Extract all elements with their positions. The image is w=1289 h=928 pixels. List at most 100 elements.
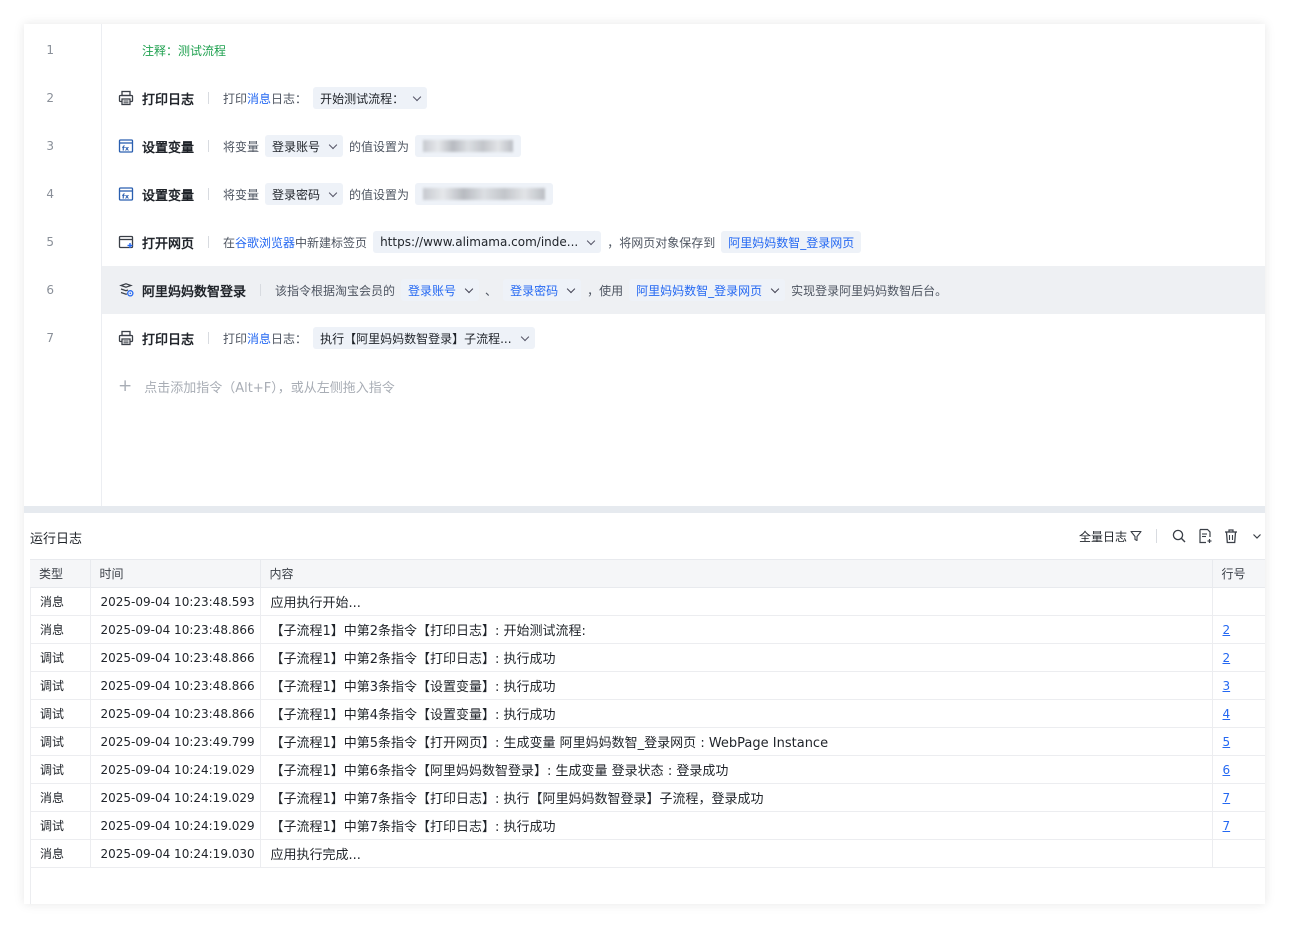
url-dropdown[interactable]: https://www.alimama.com/inde... bbox=[373, 231, 602, 253]
param-text: 的值设置为 bbox=[349, 187, 410, 202]
separator bbox=[208, 92, 210, 104]
instruction-row-4[interactable]: fx 设置变量 将变量 登录密码 的值设置为 bbox=[102, 170, 1265, 218]
cell-content: 【子流程1】中第5条指令【打开网页】: 生成变量 阿里妈妈数智_登录网页 : W… bbox=[260, 727, 1213, 756]
svg-text:fx: fx bbox=[122, 192, 130, 200]
instruction-row-5[interactable]: 打开网页 在谷歌浏览器 中新建标签页 https://www.alimama.co… bbox=[102, 218, 1265, 266]
redacted-value[interactable] bbox=[415, 135, 522, 157]
cell-time: 2025-09-04 10:24:19.029 bbox=[90, 755, 261, 784]
table-row[interactable]: 调试 2025-09-04 10:23:48.866 【子流程1】中第3条指令【… bbox=[30, 671, 1265, 700]
variable-icon: fx bbox=[118, 138, 134, 154]
instruction-row-1[interactable]: 注释：测试流程 bbox=[102, 26, 1265, 74]
log-title: 运行日志 bbox=[30, 532, 83, 547]
command-name: 打印日志 bbox=[142, 332, 195, 348]
line-number: 3 bbox=[46, 139, 54, 153]
cell-time: 2025-09-04 10:23:48.866 bbox=[90, 699, 261, 728]
chevron-down-icon bbox=[328, 140, 338, 149]
param-text: 打印 bbox=[223, 331, 248, 346]
column-header-line[interactable]: 行号 bbox=[1212, 559, 1265, 588]
log-filter-button[interactable]: 全量日志 bbox=[1079, 528, 1142, 545]
variable-dropdown[interactable]: 登录密码 bbox=[265, 183, 344, 205]
instruction-row-3[interactable]: fx 设置变量 将变量 登录账号 的值设置为 bbox=[102, 122, 1265, 170]
line-link[interactable]: 6 bbox=[1223, 763, 1231, 777]
param-text: 将变量 bbox=[223, 187, 260, 202]
cell-line: 2 bbox=[1212, 615, 1265, 644]
chevron-down-icon[interactable] bbox=[1249, 528, 1265, 544]
cell-line: 3 bbox=[1212, 671, 1265, 700]
separator bbox=[208, 140, 210, 152]
separator bbox=[1156, 529, 1157, 543]
cell-content: 【子流程1】中第2条指令【打印日志】: 执行成功 bbox=[260, 643, 1213, 672]
table-row[interactable]: 调试 2025-09-04 10:23:49.799 【子流程1】中第5条指令【… bbox=[30, 727, 1265, 756]
table-row[interactable]: 调试 2025-09-04 10:24:19.029 【子流程1】中第6条指令【… bbox=[30, 755, 1265, 784]
cell-content: 【子流程1】中第7条指令【打印日志】: 执行【阿里妈妈数智登录】子流程，登录成功 bbox=[260, 783, 1213, 812]
cell-content: 【子流程1】中第4条指令【设置变量】: 执行成功 bbox=[260, 699, 1213, 728]
line-link[interactable]: 7 bbox=[1223, 819, 1231, 833]
cell-line: 4 bbox=[1212, 699, 1265, 728]
panel-resize-handle[interactable] bbox=[24, 506, 1265, 513]
param-link[interactable]: 消息 bbox=[247, 90, 271, 107]
cell-type: 调试 bbox=[30, 755, 91, 784]
cell-type: 消息 bbox=[30, 839, 91, 868]
trash-icon[interactable] bbox=[1223, 528, 1239, 544]
password-dropdown[interactable]: 登录密码 bbox=[503, 279, 582, 301]
printer-icon bbox=[118, 330, 134, 346]
line-link[interactable]: 2 bbox=[1223, 623, 1231, 637]
variable-dropdown[interactable]: 登录账号 bbox=[265, 135, 344, 157]
search-icon[interactable] bbox=[1171, 528, 1187, 544]
filter-icon bbox=[1130, 530, 1142, 542]
table-row[interactable]: 调试 2025-09-04 10:23:48.866 【子流程1】中第2条指令【… bbox=[30, 643, 1265, 672]
table-row[interactable]: 消息 2025-09-04 10:24:19.029 【子流程1】中第7条指令【… bbox=[30, 783, 1265, 812]
webpage-dropdown[interactable]: 阿里妈妈数智_登录网页 bbox=[629, 279, 786, 301]
instruction-row-2[interactable]: 打印日志 打印 消息 日志： 开始测试流程： bbox=[102, 74, 1265, 122]
line-gutter: 1 2 3 4 5 6 7 bbox=[24, 24, 102, 506]
line-link[interactable]: 4 bbox=[1223, 707, 1231, 721]
cell-time: 2025-09-04 10:24:19.029 bbox=[90, 811, 261, 840]
param-text: 打印 bbox=[223, 91, 248, 106]
separator bbox=[208, 188, 210, 200]
table-row[interactable]: 消息 2025-09-04 10:23:48.866 【子流程1】中第2条指令【… bbox=[30, 615, 1265, 644]
cell-content: 【子流程1】中第2条指令【打印日志】: 开始测试流程: bbox=[260, 615, 1213, 644]
table-row[interactable]: 消息 2025-09-04 10:23:48.593 应用执行开始... bbox=[30, 587, 1265, 616]
column-header-time[interactable]: 时间 bbox=[90, 559, 261, 588]
add-instruction-button[interactable]: + 点击添加指令（Alt+F），或从左侧拖入指令 bbox=[118, 376, 395, 396]
line-link[interactable]: 5 bbox=[1223, 735, 1231, 749]
chip-label: 执行【阿里妈妈数智登录】子流程... bbox=[320, 331, 512, 346]
export-icon[interactable] bbox=[1197, 528, 1213, 544]
line-link[interactable]: 7 bbox=[1223, 791, 1231, 805]
browser-link[interactable]: 谷歌浏览器 bbox=[235, 234, 295, 251]
table-header-row: 类型 时间 内容 行号 bbox=[30, 559, 1265, 588]
line-link[interactable]: 2 bbox=[1223, 651, 1231, 665]
param-text: ，将网页对象保存到 bbox=[607, 235, 716, 250]
login-flow-icon bbox=[118, 282, 134, 298]
chevron-down-icon bbox=[586, 236, 596, 245]
run-log-panel: 运行日志 全量日志 类型 时间 内容 行号 消息 2025-09-04 10:2… bbox=[24, 513, 1265, 904]
column-header-content[interactable]: 内容 bbox=[260, 559, 1213, 588]
command-name: 设置变量 bbox=[142, 140, 195, 156]
instruction-row-7[interactable]: 打印日志 打印 消息 日志： 执行【阿里妈妈数智登录】子流程... bbox=[102, 314, 1265, 362]
separator bbox=[208, 332, 210, 344]
chip-label: 登录密码 bbox=[272, 187, 321, 202]
line-number: 6 bbox=[46, 283, 54, 297]
message-dropdown[interactable]: 开始测试流程： bbox=[313, 87, 428, 109]
cell-type: 调试 bbox=[30, 699, 91, 728]
table-row[interactable]: 消息 2025-09-04 10:24:19.030 应用执行完成... bbox=[30, 839, 1265, 868]
output-variable-chip[interactable]: 阿里妈妈数智_登录网页 bbox=[721, 231, 862, 253]
column-header-type[interactable]: 类型 bbox=[30, 559, 91, 588]
line-link[interactable]: 3 bbox=[1223, 679, 1231, 693]
param-text: 日志： bbox=[271, 91, 308, 106]
account-dropdown[interactable]: 登录账号 bbox=[401, 279, 480, 301]
chip-label: 登录账号 bbox=[272, 139, 321, 154]
cell-time: 2025-09-04 10:23:48.866 bbox=[90, 643, 261, 672]
table-row[interactable]: 调试 2025-09-04 10:23:48.866 【子流程1】中第4条指令【… bbox=[30, 699, 1265, 728]
message-dropdown[interactable]: 执行【阿里妈妈数智登录】子流程... bbox=[313, 327, 535, 349]
instruction-row-6[interactable]: 阿里妈妈数智登录 该指令根据淘宝会员的 登录账号 、 登录密码 ，使用 阿里妈妈… bbox=[102, 266, 1265, 314]
chevron-down-icon bbox=[328, 188, 338, 197]
cell-content: 【子流程1】中第3条指令【设置变量】: 执行成功 bbox=[260, 671, 1213, 700]
param-text: ，使用 bbox=[587, 283, 624, 298]
cell-time: 2025-09-04 10:24:19.029 bbox=[90, 783, 261, 812]
command-name: 打开网页 bbox=[142, 236, 195, 252]
redacted-value[interactable] bbox=[415, 183, 554, 205]
chevron-down-icon bbox=[464, 284, 474, 293]
param-link[interactable]: 消息 bbox=[247, 330, 271, 347]
table-row[interactable]: 调试 2025-09-04 10:24:19.029 【子流程1】中第7条指令【… bbox=[30, 811, 1265, 840]
